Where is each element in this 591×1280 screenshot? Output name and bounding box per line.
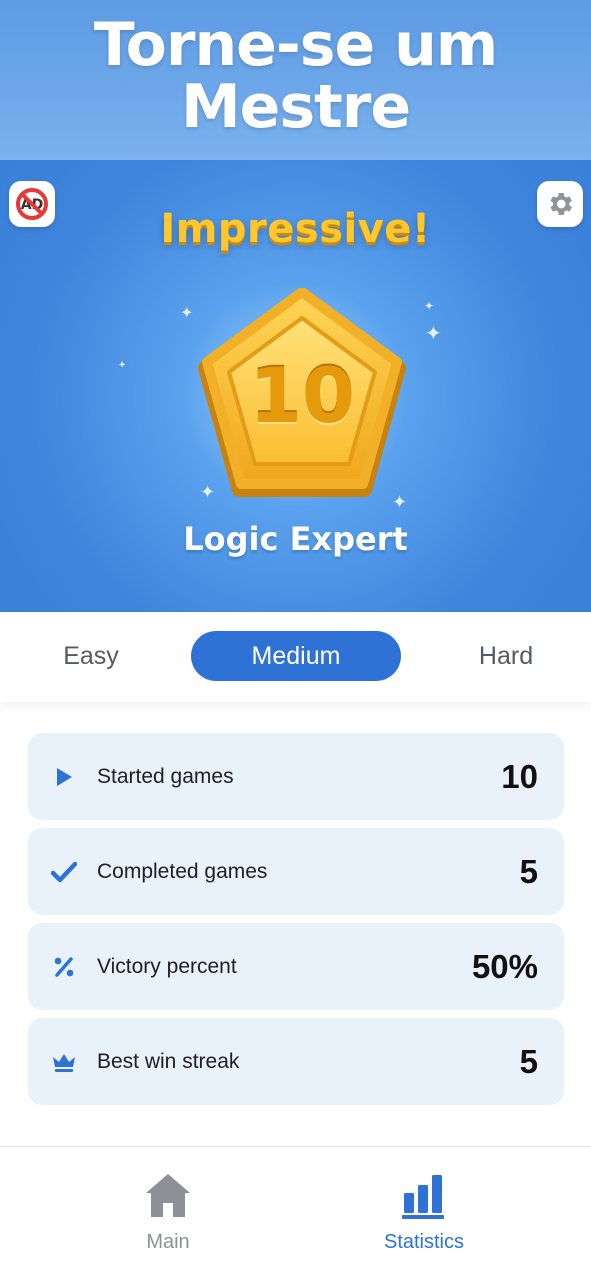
checkmark-icon: [50, 858, 78, 886]
tab-hard[interactable]: Hard: [401, 631, 591, 681]
sparkle-icon: ✦: [118, 360, 127, 371]
stat-row-started-games: Started games 10: [28, 733, 564, 820]
difficulty-tabs: Easy Medium Hard: [0, 612, 591, 702]
tab-medium[interactable]: Medium: [191, 631, 401, 681]
stat-row-completed-games: Completed games 5: [28, 828, 564, 915]
level-badge: 10: [195, 288, 409, 498]
stat-row-best-win-streak: Best win streak 5: [28, 1018, 564, 1105]
headline-text: Impressive!: [160, 206, 431, 252]
promo-banner: Torne-se um Mestre: [0, 0, 591, 160]
nav-item-statistics[interactable]: Statistics: [324, 1169, 524, 1254]
sparkle-icon: ✦: [180, 305, 194, 322]
tab-easy[interactable]: Easy: [0, 631, 196, 681]
stat-value: 10: [501, 758, 538, 795]
sparkle-icon: ✦: [425, 323, 442, 345]
hero-section: AD Impressive! ✦ ✦ ✦ ✦ ✦ ✦: [0, 160, 591, 612]
sparkle-icon: ✦: [424, 299, 435, 313]
bar-chart-icon: [324, 1169, 524, 1219]
stat-label: Best win streak: [97, 1050, 240, 1073]
badge-level-number: 10: [249, 351, 355, 440]
crown-icon: [50, 1048, 78, 1076]
nav-label: Statistics: [383, 1231, 465, 1253]
stat-value: 5: [519, 1043, 538, 1080]
bottom-navigation: Main Statistics: [0, 1146, 591, 1280]
stat-row-victory-percent: Victory percent 50%: [28, 923, 564, 1010]
stat-label: Victory percent: [97, 955, 237, 978]
promo-title: Torne-se um Mestre: [93, 10, 499, 142]
stats-list: Started games 10 Completed games 5 Victo…: [28, 733, 564, 1113]
percent-icon: [50, 953, 78, 981]
rank-title: Logic Expert: [183, 520, 408, 558]
stat-label: Started games: [97, 765, 234, 788]
stat-label: Completed games: [97, 860, 268, 883]
stat-value: 50%: [471, 948, 538, 985]
stat-value: 5: [519, 853, 538, 890]
home-icon: [68, 1169, 268, 1219]
nav-label: Main: [146, 1231, 190, 1253]
nav-item-main[interactable]: Main: [68, 1169, 268, 1254]
play-icon: [50, 763, 78, 791]
